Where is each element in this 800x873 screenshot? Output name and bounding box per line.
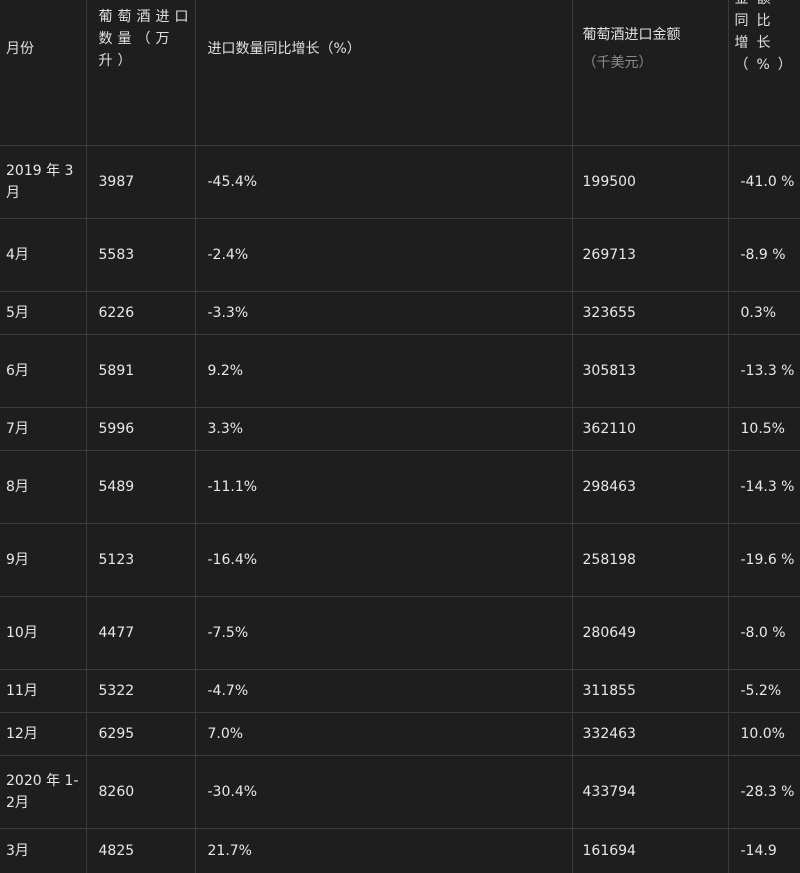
- cell-quantity: 8260: [86, 755, 196, 829]
- header-quantity: 葡萄酒进口数量（万升）: [86, 0, 196, 146]
- header-quantity-yoy: 进口数量同比增长（%）: [195, 0, 573, 146]
- cell-quantity: 4825: [86, 828, 196, 873]
- cell-amount: 258198: [572, 523, 729, 597]
- cell-quantity: 5583: [86, 218, 196, 292]
- cell-amount: 433794: [572, 755, 729, 829]
- table-row: 2019 年 3月 3987 -45.4% 199500 -41.0 %: [0, 145, 800, 219]
- table-body: 2019 年 3月 3987 -45.4% 199500 -41.0 % 4月 5583 -2…: [0, 145, 800, 873]
- cell-amount-yoy: -28.3 %: [728, 755, 800, 829]
- header-row: 月份 葡萄酒进口数量（万升） 进口数量同比增长（%） 葡萄酒进口金额 （千美元）…: [0, 0, 800, 146]
- cell-month: 5月: [0, 291, 87, 335]
- table-row: 10月 4477 -7.5% 280649 -8.0 %: [0, 596, 800, 670]
- cell-amount: 199500: [572, 145, 729, 219]
- cell-amount-yoy: 0.3%: [728, 291, 800, 335]
- header-amount-yoy: 金额同比增长（%）: [728, 0, 800, 146]
- cell-month: 4月: [0, 218, 87, 292]
- cell-month: 6月: [0, 334, 87, 408]
- cell-quantity: 5322: [86, 669, 196, 713]
- cell-quantity-yoy: -7.5%: [195, 596, 573, 670]
- cell-quantity-yoy: 3.3%: [195, 407, 573, 451]
- cell-quantity: 4477: [86, 596, 196, 670]
- cell-amount-yoy: -19.6 %: [728, 523, 800, 597]
- cell-amount: 362110: [572, 407, 729, 451]
- cell-amount-yoy: -13.3 %: [728, 334, 800, 408]
- cell-amount-yoy: -14.9: [728, 828, 800, 873]
- table-row: 3月 4825 21.7% 161694 -14.9: [0, 828, 800, 873]
- table-row: 11月 5322 -4.7% 311855 -5.2%: [0, 669, 800, 713]
- table-row: 7月 5996 3.3% 362110 10.5%: [0, 407, 800, 451]
- cell-quantity: 5489: [86, 450, 196, 524]
- cell-month: 12月: [0, 712, 87, 756]
- cell-amount: 280649: [572, 596, 729, 670]
- table-row: 4月 5583 -2.4% 269713 -8.9 %: [0, 218, 800, 292]
- header-amount-label: 葡萄酒进口金额: [582, 27, 681, 43]
- cell-quantity: 3987: [86, 145, 196, 219]
- cell-amount-yoy: -8.0 %: [728, 596, 800, 670]
- table-row: 5月 6226 -3.3% 323655 0.3%: [0, 291, 800, 335]
- cell-amount: 311855: [572, 669, 729, 713]
- cell-month: 10月: [0, 596, 87, 670]
- cell-quantity-yoy: -2.4%: [195, 218, 573, 292]
- header-amount-unit: （千美元）: [582, 55, 653, 71]
- header-amount-yoy-label: 金额同比增长（%）: [734, 0, 800, 73]
- table-row: 2020 年 1-2月 8260 -30.4% 433794 -28.3 %: [0, 755, 800, 829]
- cell-quantity-yoy: -16.4%: [195, 523, 573, 597]
- cell-amount: 305813: [572, 334, 729, 408]
- header-month: 月份: [0, 0, 87, 146]
- table-row: 8月 5489 -11.1% 298463 -14.3 %: [0, 450, 800, 524]
- cell-quantity-yoy: 9.2%: [195, 334, 573, 408]
- cell-amount-yoy: 10.5%: [728, 407, 800, 451]
- cell-quantity: 5123: [86, 523, 196, 597]
- cell-quantity: 6226: [86, 291, 196, 335]
- cell-quantity-yoy: -30.4%: [195, 755, 573, 829]
- cell-amount: 298463: [572, 450, 729, 524]
- cell-amount: 332463: [572, 712, 729, 756]
- cell-quantity-yoy: 7.0%: [195, 712, 573, 756]
- cell-amount-yoy: -41.0 %: [728, 145, 800, 219]
- cell-month: 3月: [0, 828, 87, 873]
- cell-quantity: 5891: [86, 334, 196, 408]
- cell-amount-yoy: -8.9 %: [728, 218, 800, 292]
- cell-amount-yoy: -14.3 %: [728, 450, 800, 524]
- cell-quantity-yoy: -45.4%: [195, 145, 573, 219]
- wine-import-table: 月份 葡萄酒进口数量（万升） 进口数量同比增长（%） 葡萄酒进口金额 （千美元）…: [0, 0, 800, 873]
- cell-amount: 323655: [572, 291, 729, 335]
- table-row: 6月 5891 9.2% 305813 -13.3 %: [0, 334, 800, 408]
- cell-quantity-yoy: 21.7%: [195, 828, 573, 873]
- cell-quantity-yoy: -3.3%: [195, 291, 573, 335]
- cell-month: 7月: [0, 407, 87, 451]
- header-amount: 葡萄酒进口金额 （千美元）: [572, 0, 729, 146]
- cell-quantity: 6295: [86, 712, 196, 756]
- cell-month: 2019 年 3月: [0, 145, 87, 219]
- cell-amount: 269713: [572, 218, 729, 292]
- table-row: 12月 6295 7.0% 332463 10.0%: [0, 712, 800, 756]
- cell-quantity: 5996: [86, 407, 196, 451]
- cell-month: 11月: [0, 669, 87, 713]
- cell-month: 9月: [0, 523, 87, 597]
- cell-month: 2020 年 1-2月: [0, 755, 87, 829]
- cell-amount: 161694: [572, 828, 729, 873]
- cell-quantity-yoy: -4.7%: [195, 669, 573, 713]
- cell-amount-yoy: -5.2%: [728, 669, 800, 713]
- cell-month: 8月: [0, 450, 87, 524]
- cell-amount-yoy: 10.0%: [728, 712, 800, 756]
- cell-quantity-yoy: -11.1%: [195, 450, 573, 524]
- table-row: 9月 5123 -16.4% 258198 -19.6 %: [0, 523, 800, 597]
